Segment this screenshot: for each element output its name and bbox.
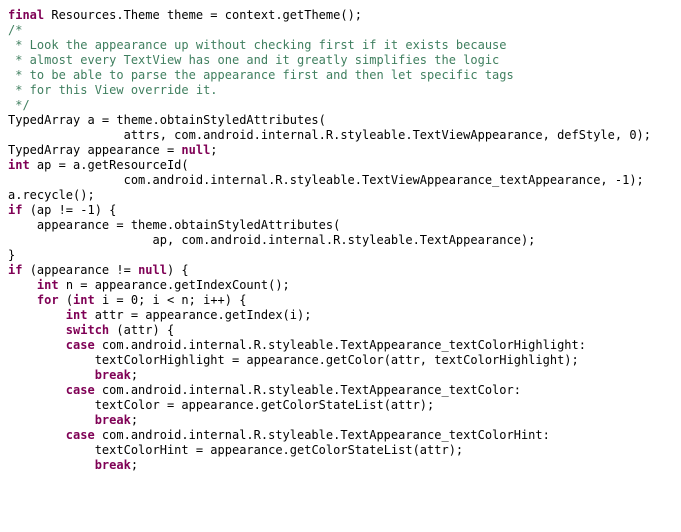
code-text: ; <box>131 458 138 472</box>
comment: /* <box>8 23 22 37</box>
code-text: (appearance != <box>30 263 138 277</box>
keyword: int <box>66 308 95 322</box>
code-text: textColorHint = appearance.getColorState… <box>95 443 463 457</box>
keyword: case <box>66 428 102 442</box>
keyword: if <box>8 263 30 277</box>
comment: * for this View override it. <box>8 83 218 97</box>
code-line: break; <box>8 413 673 428</box>
code-line: for (int i = 0; i < n; i++) { <box>8 293 673 308</box>
code-text: ( <box>66 293 73 307</box>
code-text: ap, com.android.internal.R.styleable.Tex… <box>153 233 536 247</box>
code-line: ap, com.android.internal.R.styleable.Tex… <box>8 233 673 248</box>
code-text: com.android.internal.R.styleable.TextApp… <box>102 338 586 352</box>
code-line: break; <box>8 368 673 383</box>
comment: * almost every TextView has one and it g… <box>8 53 499 67</box>
code-line: int ap = a.getResourceId( <box>8 158 673 173</box>
keyword: int <box>8 158 37 172</box>
code-line: case com.android.internal.R.styleable.Te… <box>8 428 673 443</box>
code-text: ; <box>210 143 217 157</box>
code-line: textColor = appearance.getColorStateList… <box>8 398 673 413</box>
code-text: i = 0; i < n; i++) { <box>102 293 247 307</box>
keyword: for <box>37 293 66 307</box>
code-line: textColorHighlight = appearance.getColor… <box>8 353 673 368</box>
code-text: TypedArray a = theme.obtainStyledAttribu… <box>8 113 326 127</box>
keyword: break <box>95 368 131 382</box>
keyword: null <box>181 143 210 157</box>
code-text: ; <box>131 413 138 427</box>
code-line: appearance = theme.obtainStyledAttribute… <box>8 218 673 233</box>
code-text: appearance = theme.obtainStyledAttribute… <box>37 218 340 232</box>
keyword: break <box>95 458 131 472</box>
keyword: case <box>66 383 102 397</box>
keyword: switch <box>66 323 117 337</box>
code-line: break; <box>8 458 673 473</box>
code-line: * almost every TextView has one and it g… <box>8 53 673 68</box>
keyword: int <box>37 278 66 292</box>
code-line: /* <box>8 23 673 38</box>
code-line: textColorHint = appearance.getColorState… <box>8 443 673 458</box>
code-text: } <box>8 248 15 262</box>
code-line: if (appearance != null) { <box>8 263 673 278</box>
code-text: textColor = appearance.getColorStateList… <box>95 398 435 412</box>
code-text: n = appearance.getIndexCount(); <box>66 278 290 292</box>
code-line: com.android.internal.R.styleable.TextVie… <box>8 173 673 188</box>
code-text: (ap != -1) { <box>30 203 117 217</box>
code-text: attr = appearance.getIndex(i); <box>95 308 312 322</box>
code-line: a.recycle(); <box>8 188 673 203</box>
keyword: break <box>95 413 131 427</box>
code-line: final Resources.Theme theme = context.ge… <box>8 8 673 23</box>
code-line: if (ap != -1) { <box>8 203 673 218</box>
keyword: if <box>8 203 30 217</box>
code-text: (attr) { <box>116 323 174 337</box>
keyword: case <box>66 338 102 352</box>
code-text: ; <box>131 368 138 382</box>
comment: */ <box>8 98 30 112</box>
code-block: final Resources.Theme theme = context.ge… <box>8 8 673 473</box>
code-line: attrs, com.android.internal.R.styleable.… <box>8 128 673 143</box>
code-line: switch (attr) { <box>8 323 673 338</box>
code-text: TypedArray appearance = <box>8 143 181 157</box>
code-line: int attr = appearance.getIndex(i); <box>8 308 673 323</box>
code-line: * for this View override it. <box>8 83 673 98</box>
code-line: TypedArray appearance = null; <box>8 143 673 158</box>
code-line: * Look the appearance up without checkin… <box>8 38 673 53</box>
code-line: * to be able to parse the appearance fir… <box>8 68 673 83</box>
code-text: com.android.internal.R.styleable.TextApp… <box>102 428 550 442</box>
code-text: attrs, com.android.internal.R.styleable.… <box>124 128 651 142</box>
code-text: Resources.Theme theme = context.getTheme… <box>51 8 362 22</box>
code-line: case com.android.internal.R.styleable.Te… <box>8 338 673 353</box>
code-line: int n = appearance.getIndexCount(); <box>8 278 673 293</box>
code-line: */ <box>8 98 673 113</box>
code-line: case com.android.internal.R.styleable.Te… <box>8 383 673 398</box>
keyword: int <box>73 293 102 307</box>
code-text: com.android.internal.R.styleable.TextApp… <box>102 383 521 397</box>
keyword: final <box>8 8 51 22</box>
code-line: TypedArray a = theme.obtainStyledAttribu… <box>8 113 673 128</box>
keyword: null <box>138 263 167 277</box>
code-text: com.android.internal.R.styleable.TextVie… <box>124 173 644 187</box>
comment: * Look the appearance up without checkin… <box>8 38 507 52</box>
code-text: ) { <box>167 263 189 277</box>
code-text: textColorHighlight = appearance.getColor… <box>95 353 579 367</box>
code-text: ap = a.getResourceId( <box>37 158 189 172</box>
comment: * to be able to parse the appearance fir… <box>8 68 514 82</box>
code-line: } <box>8 248 673 263</box>
code-text: a.recycle(); <box>8 188 95 202</box>
